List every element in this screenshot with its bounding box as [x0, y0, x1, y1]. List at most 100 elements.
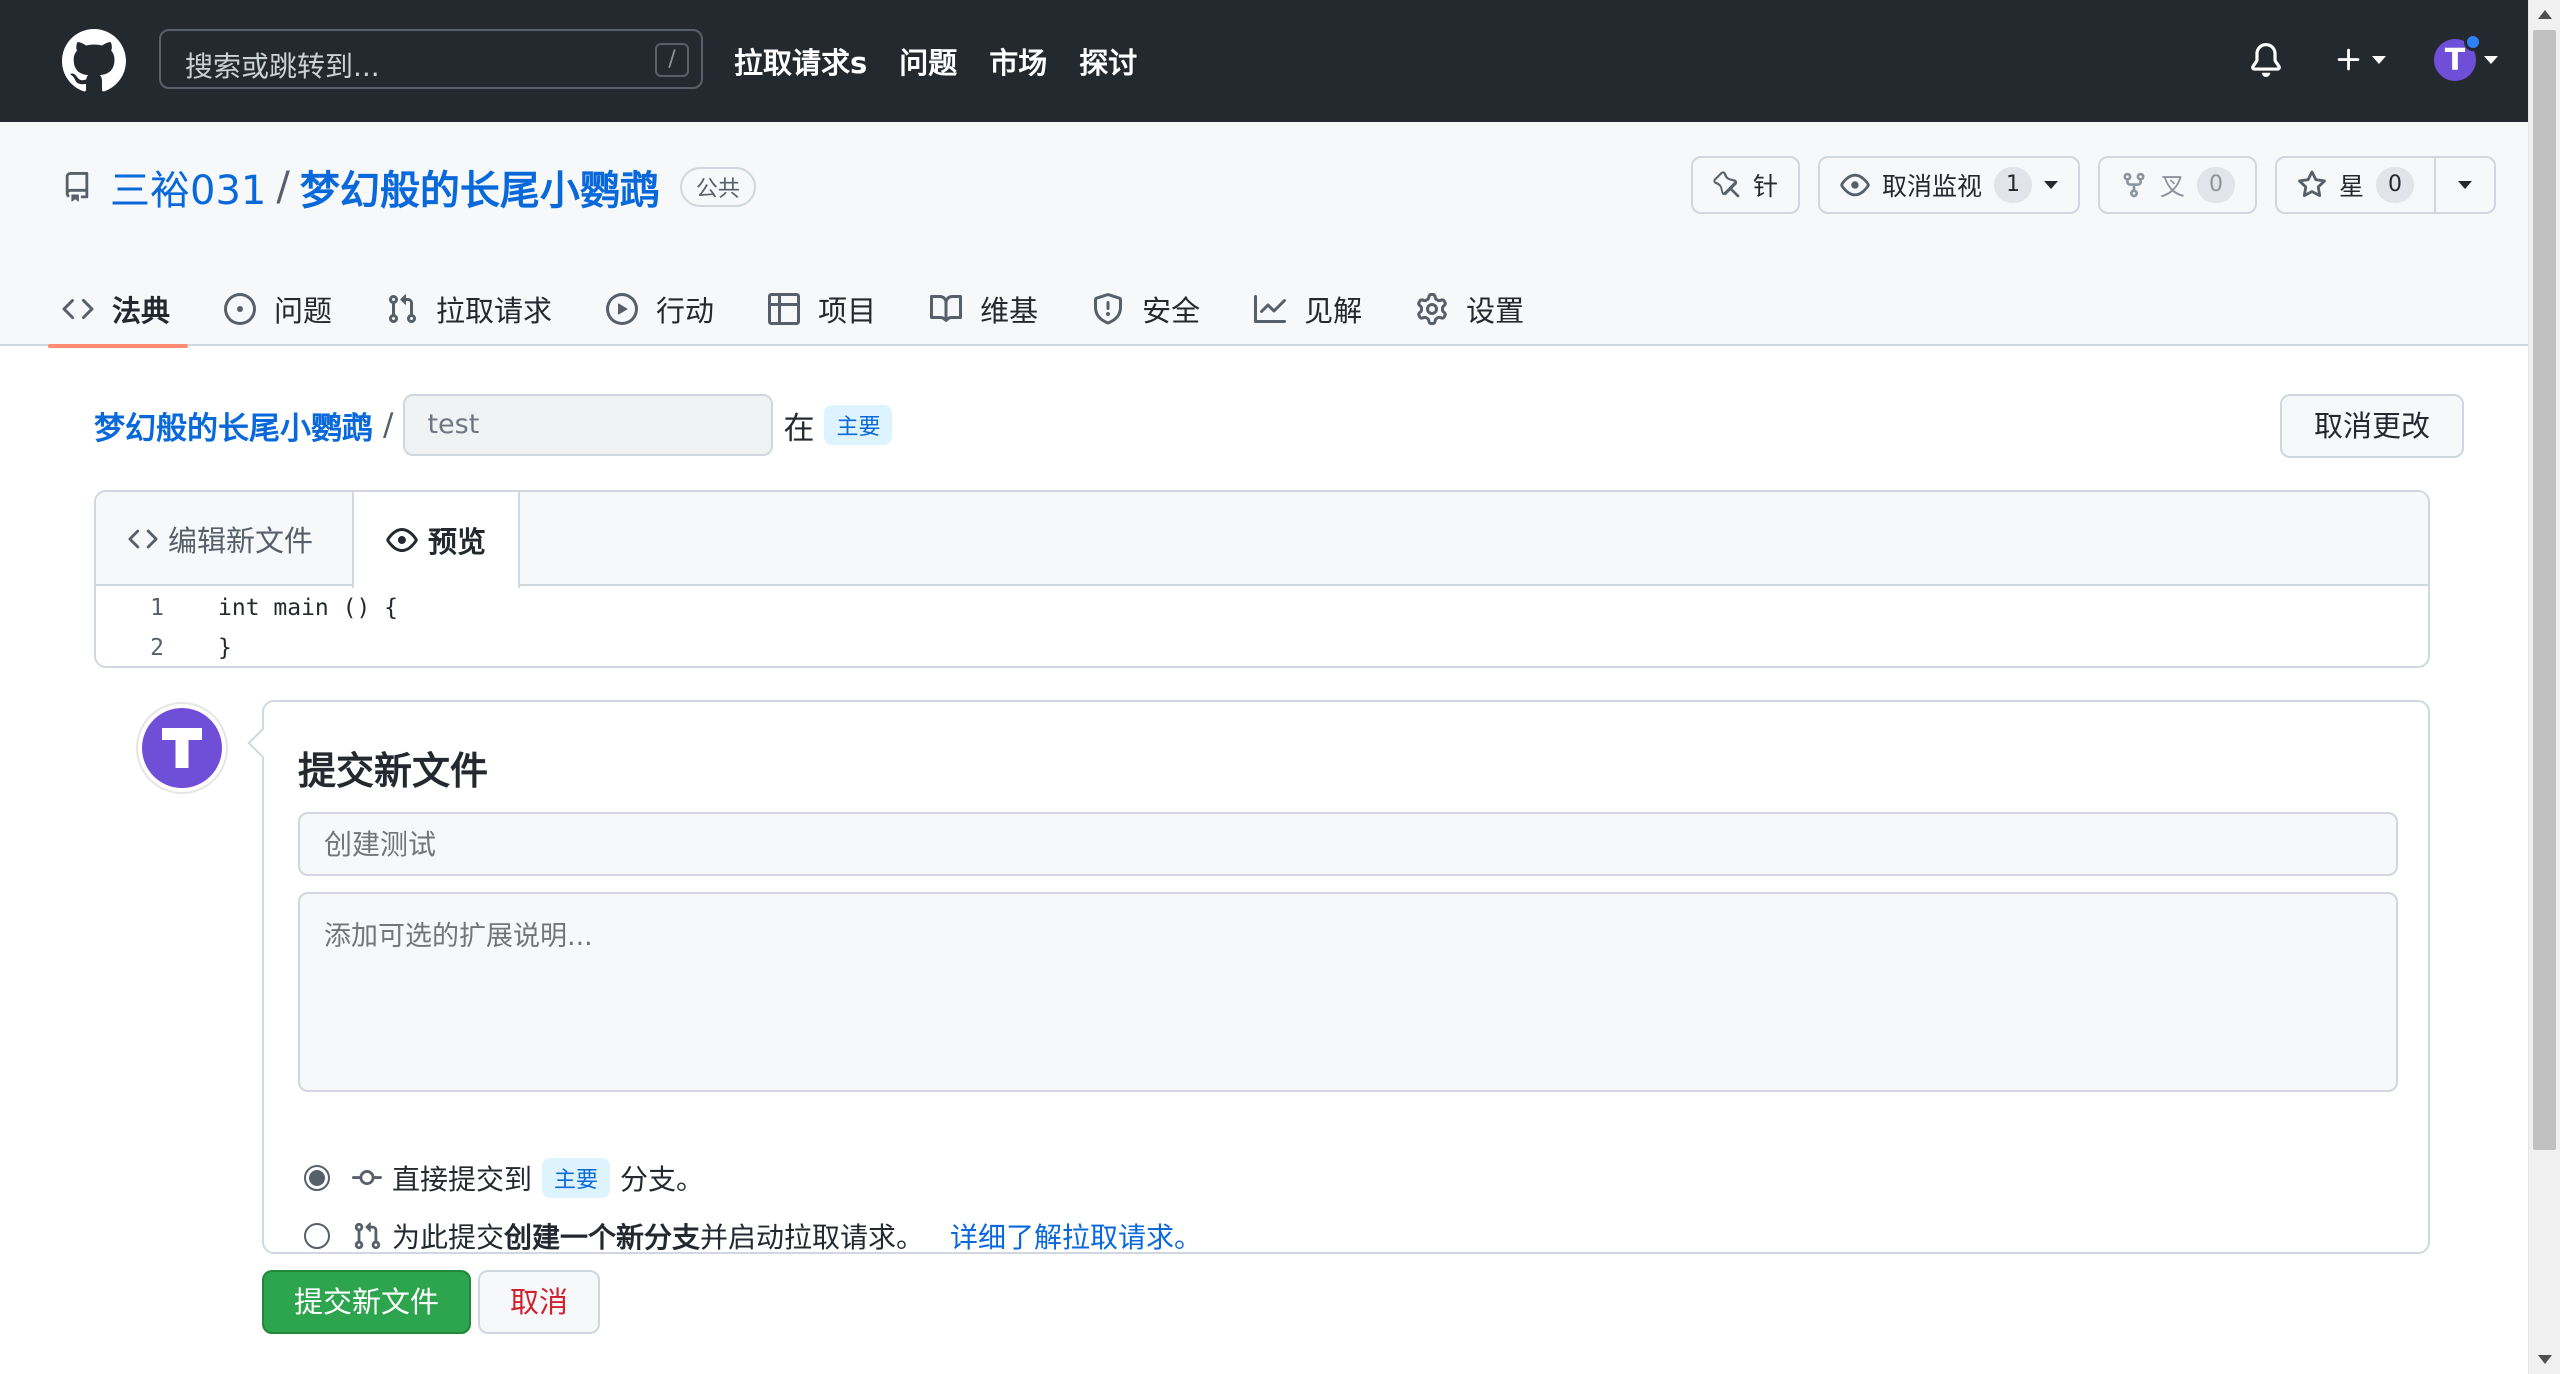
- global-header: 搜索或跳转到... / 拉取请求s 问题 市场 探讨 T: [0, 0, 2528, 122]
- star-button-group: 星 0: [2274, 156, 2496, 214]
- breadcrumb-separator: /: [383, 407, 394, 443]
- direct-suffix: 分支。: [620, 1163, 705, 1196]
- book-icon: [930, 294, 963, 322]
- repo-name-link[interactable]: 梦幻般的长尾小鹦鹉: [300, 158, 660, 216]
- tab-security-label: 安全: [1142, 294, 1201, 328]
- branch-tag: 主要: [542, 1158, 611, 1198]
- commit-summary-input[interactable]: [298, 812, 2398, 876]
- scroll-down-arrow-icon[interactable]: [2538, 1355, 2552, 1364]
- tab-insights[interactable]: 见解: [1254, 272, 1362, 346]
- breadcrumb-repo-link[interactable]: 梦幻般的长尾小鹦鹉: [94, 403, 373, 448]
- unwatch-button[interactable]: 取消监视 1: [1817, 156, 2080, 214]
- file-editor: 编辑新文件 预览 1 int main () { 2 }: [94, 490, 2430, 668]
- nav-explore[interactable]: 探讨: [1079, 40, 1137, 82]
- user-menu[interactable]: T: [2434, 32, 2498, 88]
- header-actions: T: [2246, 32, 2498, 88]
- commit-form: 提交新文件 直接提交到 主要 分支。 为此提交创建一个新分支并启动拉取请求。 详…: [262, 700, 2430, 1254]
- radio-direct-commit[interactable]: [304, 1165, 330, 1191]
- scrollbar-thumb[interactable]: [2533, 30, 2556, 1150]
- page-scrollbar[interactable]: [2528, 0, 2560, 1374]
- chevron-down-icon: [2372, 56, 2386, 64]
- line-text: }: [218, 635, 232, 661]
- commit-option-new-branch[interactable]: 为此提交创建一个新分支并启动拉取请求。 详细了解拉取请求。: [304, 1216, 1202, 1256]
- learn-more-pull-requests-link[interactable]: 详细了解拉取请求。: [950, 1216, 1202, 1256]
- avatar: T: [2434, 33, 2482, 81]
- gear-icon: [1417, 293, 1447, 325]
- tab-settings[interactable]: 设置: [1416, 272, 1524, 346]
- tab-issues[interactable]: 问题: [224, 272, 332, 346]
- create-new-plus-icon[interactable]: [2332, 32, 2388, 88]
- nav-marketplace[interactable]: 市场: [989, 40, 1047, 82]
- code-line: 2 }: [96, 628, 2428, 666]
- line-number: 1: [150, 595, 164, 621]
- tab-actions[interactable]: 行动: [606, 272, 714, 346]
- cancel-changes-button[interactable]: 取消更改: [2279, 394, 2464, 458]
- new-branch-prefix: 为此提交: [392, 1221, 505, 1254]
- search-placeholder: 搜索或跳转到...: [185, 50, 380, 83]
- commit-title: 提交新文件: [298, 749, 489, 793]
- code-line: 1 int main () {: [96, 588, 2428, 628]
- star-button[interactable]: 星 0: [2274, 156, 2436, 214]
- star-label: 星: [2338, 172, 2364, 201]
- fork-button[interactable]: 叉 0: [2097, 156, 2257, 214]
- committer-avatar: [136, 702, 228, 794]
- commit-new-file-button[interactable]: 提交新文件: [262, 1270, 472, 1334]
- star-list-dropdown[interactable]: [2436, 156, 2496, 214]
- repo-owner-link[interactable]: 三裕031: [110, 158, 266, 216]
- new-branch-bold: 创建一个新分支: [504, 1221, 701, 1254]
- tab-insights-label: 见解: [1304, 294, 1363, 328]
- notifications-bell-icon[interactable]: [2246, 32, 2286, 88]
- tab-code[interactable]: 法典: [47, 272, 189, 348]
- avatar-letter: T: [2444, 42, 2466, 78]
- chevron-down-icon: [2458, 181, 2472, 189]
- tab-settings-label: 设置: [1466, 294, 1525, 328]
- chevron-down-icon: [2043, 181, 2058, 189]
- tab-security[interactable]: 安全: [1092, 272, 1200, 346]
- code-icon: [62, 298, 94, 320]
- repo-icon: [65, 172, 89, 202]
- tab-issues-label: 问题: [274, 294, 333, 328]
- tab-wiki[interactable]: 维基: [930, 272, 1038, 346]
- fork-count: 0: [2196, 167, 2235, 203]
- chevron-down-icon: [2484, 56, 2498, 64]
- commit-description-textarea[interactable]: [298, 892, 2398, 1092]
- watch-count: 1: [1993, 167, 2032, 203]
- line-number: 2: [150, 635, 164, 661]
- top-nav: 拉取请求s 问题 市场 探讨: [734, 40, 1137, 82]
- star-count: 0: [2376, 167, 2414, 203]
- page: 搜索或跳转到... / 拉取请求s 问题 市场 探讨 T 三裕031 / 梦幻般…: [0, 0, 2528, 1374]
- commit-option-direct[interactable]: 直接提交到 主要 分支。: [304, 1158, 704, 1198]
- search-input[interactable]: 搜索或跳转到... /: [159, 29, 703, 89]
- cancel-button[interactable]: 取消: [478, 1270, 601, 1334]
- fork-label: 叉: [2159, 172, 2185, 201]
- notification-dot: [2464, 33, 2482, 51]
- table-icon: [768, 293, 801, 325]
- git-pull-request-icon: [354, 1222, 381, 1250]
- tab-pull-requests-label: 拉取请求: [436, 294, 553, 328]
- nav-pull-requests[interactable]: 拉取请求s: [734, 40, 867, 82]
- repo-nav: 法典 问题 拉取请求 行动 项目 维基 安全 见解 设置: [47, 272, 1578, 348]
- code-preview: 1 int main () { 2 }: [96, 588, 2428, 666]
- repo-header: 三裕031 / 梦幻般的长尾小鹦鹉 公共 针 取消监视 1 叉 0 星 0 法典…: [0, 122, 2528, 348]
- watch-label: 取消监视: [1881, 172, 1982, 201]
- tab-preview[interactable]: 预览: [352, 492, 521, 588]
- filename-input[interactable]: test: [403, 394, 774, 456]
- tab-edit-new-file[interactable]: 编辑新文件: [96, 492, 345, 586]
- nav-issues[interactable]: 问题: [899, 40, 957, 82]
- branch-tag: 主要: [824, 405, 893, 445]
- eye-icon: [1840, 173, 1870, 197]
- scroll-up-arrow-icon[interactable]: [2538, 10, 2552, 19]
- shield-icon: [1094, 293, 1123, 325]
- repo-title: 三裕031 / 梦幻般的长尾小鹦鹉 公共: [62, 158, 756, 216]
- avatar-t-icon: [162, 728, 202, 768]
- line-text: int main () {: [218, 595, 399, 621]
- issue-opened-icon: [224, 293, 257, 325]
- pin-button[interactable]: 针: [1690, 156, 1800, 214]
- radio-new-branch[interactable]: [304, 1223, 330, 1249]
- github-logo-icon[interactable]: [62, 29, 126, 93]
- tab-pull-requests[interactable]: 拉取请求: [386, 272, 552, 346]
- new-branch-text: 为此提交创建一个新分支并启动拉取请求。: [392, 1216, 924, 1256]
- direct-prefix: 直接提交到: [392, 1163, 533, 1196]
- tab-edit-label: 编辑新文件: [168, 524, 314, 558]
- tab-projects[interactable]: 项目: [768, 272, 876, 346]
